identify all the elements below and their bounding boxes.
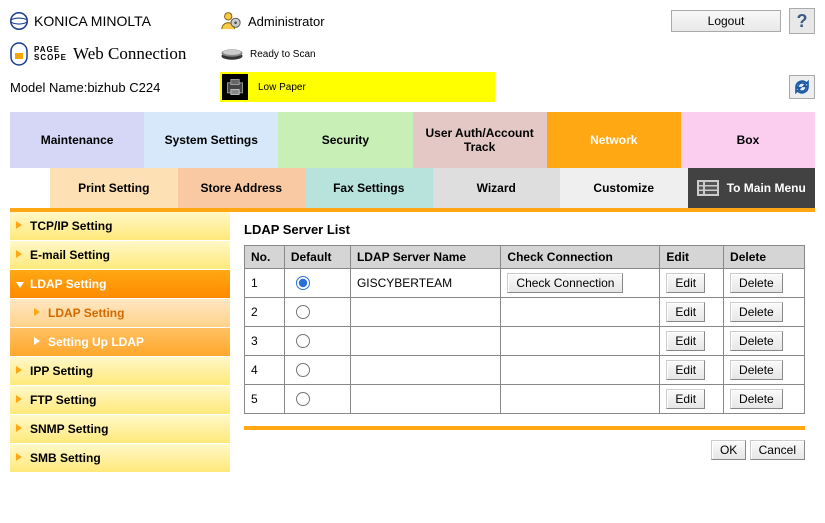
- edit-button[interactable]: Edit: [666, 273, 705, 293]
- low-paper-label: Low Paper: [258, 82, 306, 93]
- refresh-button[interactable]: [789, 75, 815, 99]
- cell-no: 4: [245, 356, 285, 385]
- tab-security[interactable]: Security: [278, 112, 412, 168]
- status-ready: Ready to Scan: [250, 49, 316, 60]
- low-paper-banner: Low Paper: [220, 72, 495, 102]
- model-name: Model Name:bizhub C224: [10, 80, 220, 95]
- brand-block: KONICA MINOLTA: [10, 12, 220, 30]
- tab-system-settings[interactable]: System Settings: [144, 112, 278, 168]
- menu-icon: [697, 180, 719, 196]
- tab-row-1: Maintenance System Settings Security Use…: [10, 112, 815, 168]
- tab-wizard[interactable]: Wizard: [433, 168, 561, 208]
- default-radio[interactable]: [296, 276, 310, 290]
- col-name: LDAP Server Name: [350, 246, 500, 269]
- help-button[interactable]: ?: [789, 8, 815, 34]
- sidebar-item-smb[interactable]: SMB Setting: [10, 444, 230, 473]
- cell-no: 3: [245, 327, 285, 356]
- tab-store-address[interactable]: Store Address: [178, 168, 306, 208]
- main-panel: LDAP Server List No. Default LDAP Server…: [230, 212, 815, 473]
- sidebar-item-ipp[interactable]: IPP Setting: [10, 357, 230, 386]
- tab-row-2: Print Setting Store Address Fax Settings…: [50, 168, 815, 208]
- cell-name: [350, 327, 500, 356]
- ldap-table: No. Default LDAP Server Name Check Conne…: [244, 245, 805, 414]
- edit-button[interactable]: Edit: [666, 331, 705, 351]
- tab-customize[interactable]: Customize: [560, 168, 688, 208]
- cell-name: [350, 298, 500, 327]
- delete-button[interactable]: Delete: [730, 360, 783, 380]
- col-default: Default: [284, 246, 350, 269]
- default-radio[interactable]: [296, 392, 310, 406]
- table-row: 3 Edit Delete: [245, 327, 805, 356]
- delete-button[interactable]: Delete: [730, 273, 783, 293]
- col-delete: Delete: [724, 246, 805, 269]
- brand-logo: [10, 12, 28, 30]
- delete-button[interactable]: Delete: [730, 389, 783, 409]
- table-row: 2 Edit Delete: [245, 298, 805, 327]
- cell-no: 1: [245, 269, 285, 298]
- admin-icon: [220, 9, 242, 34]
- sidebar-item-ldap_sub2[interactable]: Setting Up LDAP: [10, 328, 230, 357]
- delete-button[interactable]: Delete: [730, 331, 783, 351]
- sidebar-item-ldap[interactable]: LDAP Setting: [10, 270, 230, 299]
- printer-icon: [222, 74, 248, 100]
- tab-print-setting[interactable]: Print Setting: [50, 168, 178, 208]
- col-edit: Edit: [660, 246, 724, 269]
- table-row: 4 Edit Delete: [245, 356, 805, 385]
- delete-button[interactable]: Delete: [730, 302, 783, 322]
- tab-box[interactable]: Box: [681, 112, 815, 168]
- scanner-icon: [220, 45, 244, 64]
- edit-button[interactable]: Edit: [666, 389, 705, 409]
- edit-button[interactable]: Edit: [666, 360, 705, 380]
- default-radio[interactable]: [296, 334, 310, 348]
- brand-name: KONICA MINOLTA: [34, 13, 151, 29]
- user-role: Administrator: [248, 14, 325, 29]
- col-no: No.: [245, 246, 285, 269]
- tab-fax-settings[interactable]: Fax Settings: [305, 168, 433, 208]
- sidebar-item-email[interactable]: E-mail Setting: [10, 241, 230, 270]
- ok-button[interactable]: OK: [711, 440, 746, 460]
- edit-button[interactable]: Edit: [666, 302, 705, 322]
- tab-to-main-menu[interactable]: To Main Menu: [688, 168, 816, 208]
- table-row: 5 Edit Delete: [245, 385, 805, 414]
- sidebar-item-snmp[interactable]: SNMP Setting: [10, 415, 230, 444]
- col-check: Check Connection: [501, 246, 660, 269]
- cell-name: GISCYBERTEAM: [350, 269, 500, 298]
- table-row: 1 GISCYBERTEAM Check Connection Edit Delete: [245, 269, 805, 298]
- cell-no: 2: [245, 298, 285, 327]
- cell-no: 5: [245, 385, 285, 414]
- default-radio[interactable]: [296, 363, 310, 377]
- product-name: Web Connection: [73, 44, 186, 64]
- cancel-button[interactable]: Cancel: [750, 440, 805, 460]
- default-radio[interactable]: [296, 305, 310, 319]
- sidebar-item-ldap_sub1: LDAP Setting: [10, 299, 230, 328]
- check-connection-button[interactable]: Check Connection: [507, 273, 623, 293]
- cell-name: [350, 356, 500, 385]
- sidebar: TCP/IP SettingE-mail SettingLDAP Setting…: [10, 212, 230, 473]
- tab-network[interactable]: Network: [547, 112, 681, 168]
- tab-maintenance[interactable]: Maintenance: [10, 112, 144, 168]
- logout-button[interactable]: Logout: [671, 10, 781, 32]
- cell-name: [350, 385, 500, 414]
- tab-user-auth[interactable]: User Auth/Account Track: [413, 112, 547, 168]
- sidebar-item-tcpip[interactable]: TCP/IP Setting: [10, 212, 230, 241]
- sidebar-item-ftp[interactable]: FTP Setting: [10, 386, 230, 415]
- pagescope-logo: PAGE SCOPE Web Connection: [10, 42, 220, 66]
- page-title: LDAP Server List: [244, 222, 805, 237]
